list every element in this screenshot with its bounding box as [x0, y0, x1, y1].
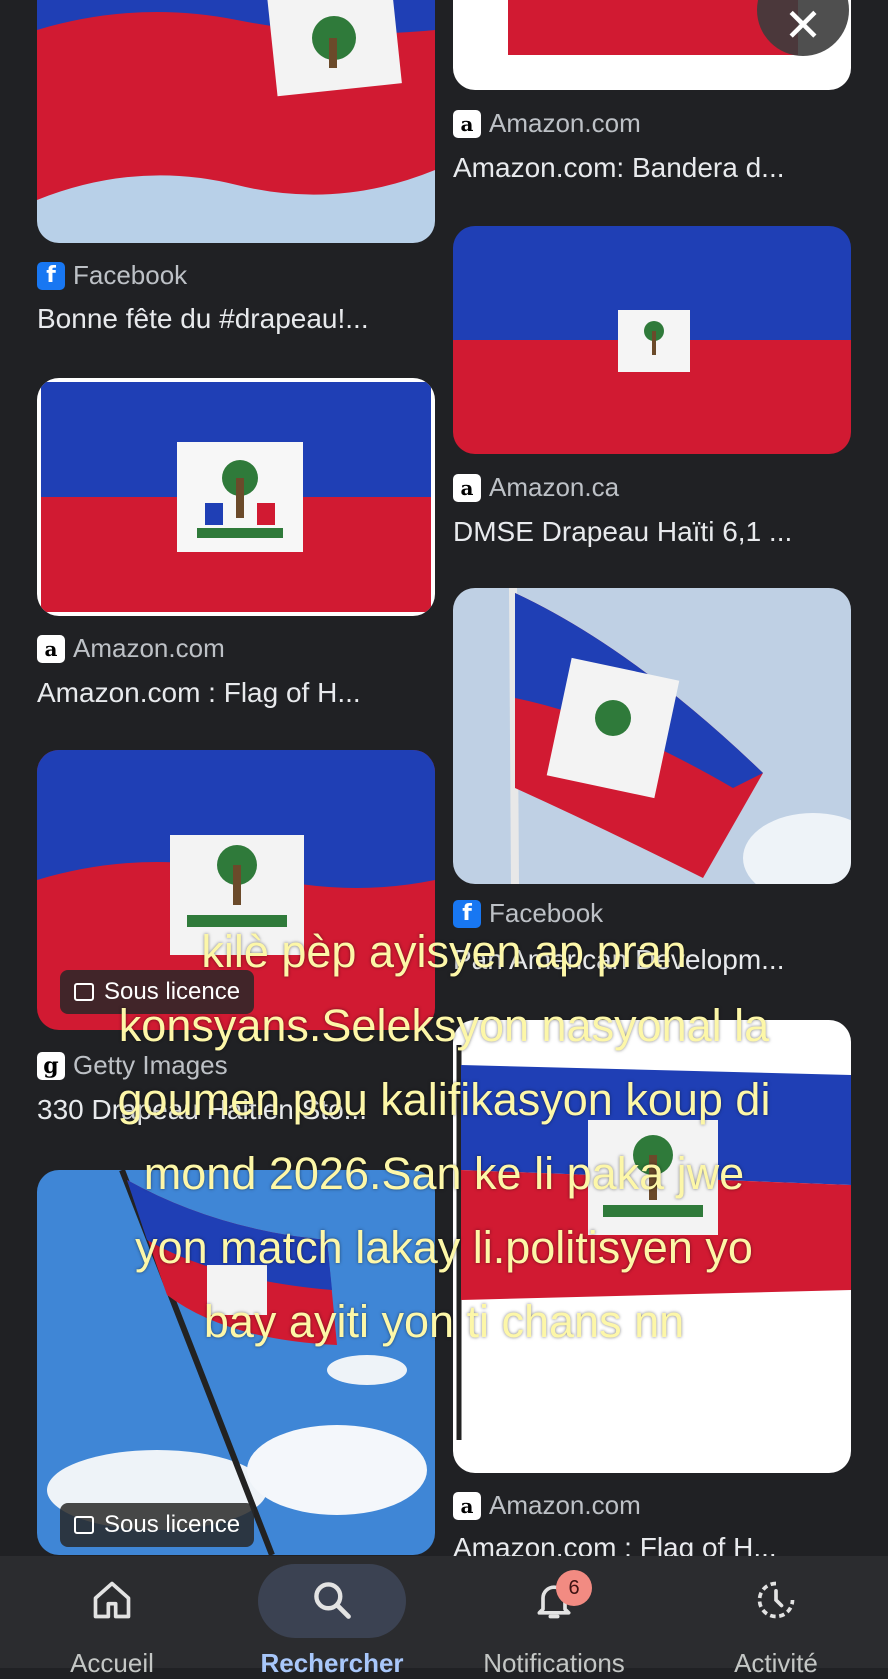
amazon-icon: a — [453, 473, 481, 502]
nav-notifications[interactable]: Notifications — [454, 1556, 654, 1678]
nav-search[interactable]: Rechercher — [232, 1556, 432, 1678]
amazon-icon: a — [453, 1491, 481, 1520]
result-title[interactable]: Amazon.com: Bandera d... — [453, 152, 848, 184]
result-source: a Amazon.com — [453, 1490, 641, 1521]
result-title[interactable]: Amazon.com : Flag of H... — [37, 677, 432, 709]
image-result-3[interactable] — [453, 226, 851, 454]
search-icon — [314, 1582, 351, 1619]
haiti-flag-image — [41, 382, 431, 612]
close-icon: ✕ — [783, 0, 823, 51]
licence-badge[interactable]: Sous licence — [60, 1503, 255, 1547]
image-icon — [74, 1516, 94, 1534]
overlay-caption: kilè pèp ayisyen ap pran konsyans.Seleks… — [117, 926, 771, 1347]
notification-count-badge: 6 — [556, 1570, 592, 1606]
home-icon — [93, 1581, 131, 1619]
amazon-icon: a — [37, 634, 65, 663]
activity-clock-icon — [757, 1581, 795, 1619]
result-source: f Facebook — [37, 260, 187, 291]
haiti-flag-image — [37, 0, 435, 243]
image-result-5[interactable] — [453, 588, 851, 884]
result-title[interactable]: Bonne fête du #drapeau!... — [37, 303, 432, 335]
image-result-4[interactable] — [37, 378, 435, 616]
result-source: a Amazon.com — [37, 633, 225, 664]
haiti-flag-image — [453, 588, 851, 884]
result-title[interactable]: DMSE Drapeau Haïti 6,1 ... — [453, 516, 848, 548]
haiti-flag-image — [453, 226, 851, 454]
nav-home[interactable]: Accueil — [12, 1556, 212, 1678]
nav-activity[interactable]: Activité — [676, 1556, 876, 1678]
result-source: a Amazon.com — [453, 108, 641, 139]
amazon-icon: a — [453, 109, 481, 138]
image-result-1[interactable] — [37, 0, 435, 243]
facebook-icon: f — [37, 261, 65, 290]
result-source: a Amazon.ca — [453, 472, 619, 503]
